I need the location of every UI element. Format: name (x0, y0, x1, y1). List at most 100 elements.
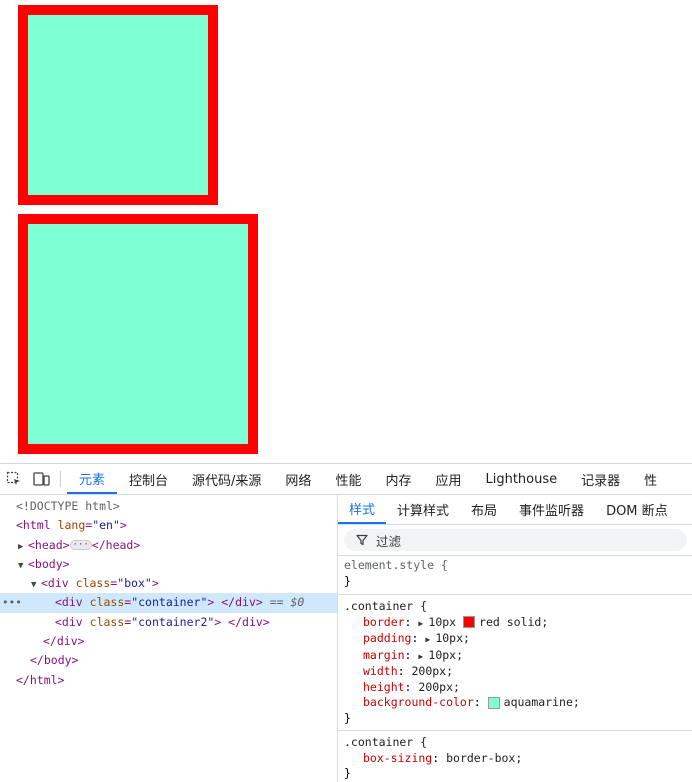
prop-value: 200px; (418, 679, 460, 694)
devtools-panel: 元素 控制台 源代码/来源 网络 性能 内存 应用 Lighthouse 记录器… (0, 463, 692, 782)
attr-value-text: "container2" (131, 614, 215, 629)
container-rule-2[interactable]: .container { box-sizing: border-box; } (338, 730, 692, 782)
dom-div-close[interactable]: </div> (0, 632, 337, 651)
tab-sources[interactable]: 源代码/来源 (180, 464, 273, 494)
dom-body[interactable]: ▼ <body> (0, 555, 337, 574)
tag-text: <body> (28, 556, 70, 571)
tag-text: > (214, 614, 222, 629)
close-brace: } (344, 710, 351, 725)
prop-value: aquamarine; (503, 695, 580, 709)
dom-body-close[interactable]: </body> (0, 651, 337, 670)
subtab-styles[interactable]: 样式 (338, 495, 387, 524)
color-swatch-icon[interactable] (463, 616, 476, 628)
tag-text: <head> (28, 537, 70, 552)
prop-name: border (363, 614, 405, 629)
container2-box (18, 214, 258, 454)
container-box (18, 5, 218, 205)
color-swatch-icon[interactable] (487, 696, 500, 709)
collapsed-ellipsis-icon[interactable]: ··· (69, 540, 92, 551)
prop-value: 10px; (428, 647, 464, 662)
prop-background-color[interactable]: background-color: aquamarine; (344, 695, 687, 711)
attr-name-text: lang (57, 518, 86, 533)
attr-value-text: "en" (92, 518, 120, 533)
page-viewport (0, 0, 692, 463)
expand-arrow-icon[interactable]: ▶ (418, 649, 428, 665)
tag-text: <div (55, 595, 83, 610)
dom-doctype[interactable]: <!DOCTYPE html> (0, 497, 337, 516)
toolbar-divider (60, 471, 61, 487)
prop-value: 10px; (435, 631, 470, 645)
prop-margin[interactable]: margin: ▶ 10px; (344, 648, 687, 665)
tab-elements[interactable]: 元素 (67, 464, 118, 494)
close-brace: } (344, 766, 351, 780)
tab-recorder[interactable]: 记录器 (569, 464, 632, 494)
prop-name: width (363, 664, 398, 678)
prop-box-sizing[interactable]: box-sizing: border-box; (344, 751, 687, 767)
selected-marker: == $0 (269, 595, 305, 610)
prop-value: 200px; (411, 664, 454, 678)
tab-application[interactable]: 应用 (423, 464, 473, 494)
devtools-tabbar: 元素 控制台 源代码/来源 网络 性能 内存 应用 Lighthouse 记录器… (0, 464, 692, 495)
tag-text: </body> (30, 653, 79, 668)
dom-head[interactable]: ▶ <head> ··· </head> (0, 536, 337, 555)
tag-text: </head> (91, 537, 141, 552)
dom-html[interactable]: <html lang="en"> (0, 516, 337, 535)
styles-pane: 样式 计算样式 布局 事件监听器 DOM 断点 过滤 element.style… (337, 495, 692, 782)
attr-name-text: class (89, 614, 125, 629)
subtab-dom-breakpoints[interactable]: DOM 断点 (595, 495, 679, 524)
attr-name-text: class (89, 595, 125, 610)
prop-name: padding (363, 631, 412, 645)
tag-text: > (151, 576, 159, 591)
container-selector: .container { (344, 735, 428, 749)
tag-text: </div> (228, 614, 270, 629)
attr-value-text: "box" (117, 576, 152, 591)
prop-border[interactable]: border: ▶ 10px red solid; (344, 615, 687, 632)
tag-text: > (119, 518, 127, 533)
prop-name: height (363, 679, 405, 694)
prop-value: 10px (428, 614, 457, 629)
attr-value-text: "container" (131, 595, 208, 610)
prop-width[interactable]: width: 200px; (344, 664, 687, 680)
prop-name: background-color (363, 695, 474, 709)
subtab-layout[interactable]: 布局 (460, 495, 508, 524)
prop-name: box-sizing (363, 750, 433, 765)
tab-performance-insights[interactable]: 性 (632, 464, 669, 494)
tag-text: </html> (16, 672, 65, 687)
tag-text: <div (55, 614, 83, 629)
expand-arrow-icon[interactable]: ▶ (418, 616, 428, 632)
dom-div-box[interactable]: ▼ <div class="box"> (0, 574, 337, 593)
dom-div-container2[interactable]: <div class="container2"> </div> (0, 613, 337, 632)
device-toolbar-icon[interactable] (28, 464, 56, 494)
filter-icon (356, 533, 370, 547)
element-style-selector: element.style { (344, 558, 448, 572)
tag-text: <html (16, 518, 51, 533)
attr-name-text: class (75, 576, 111, 591)
container-rule[interactable]: .container { border: ▶ 10px red solid; pa… (338, 594, 692, 730)
tag-text: <div (41, 576, 69, 591)
dom-div-container[interactable]: ••• <div class="container"> </div> == $0 (0, 593, 337, 613)
expand-arrow-icon[interactable]: ▶ (425, 632, 435, 648)
prop-height[interactable]: height: 200px; (344, 680, 687, 696)
element-style-rule[interactable]: element.style { } (338, 555, 692, 594)
styles-subtabs: 样式 计算样式 布局 事件监听器 DOM 断点 (338, 495, 692, 525)
prop-value: red solid; (479, 614, 549, 629)
tab-network[interactable]: 网络 (273, 464, 323, 494)
doctype-text: <!DOCTYPE html> (16, 499, 120, 513)
dom-html-close[interactable]: </html> (0, 671, 337, 690)
close-brace: } (344, 573, 351, 588)
tab-console[interactable]: 控制台 (117, 464, 180, 494)
prop-name: margin (363, 647, 405, 662)
filter-placeholder: 过滤 (376, 533, 402, 549)
styles-filter-input[interactable]: 过滤 (344, 529, 687, 551)
tag-text: </div> (221, 595, 263, 610)
tab-lighthouse[interactable]: Lighthouse (473, 464, 569, 494)
tab-memory[interactable]: 内存 (373, 464, 423, 494)
more-options-icon[interactable]: ••• (2, 593, 22, 612)
subtab-computed[interactable]: 计算样式 (386, 495, 460, 524)
container-selector: .container { (344, 599, 428, 613)
tab-performance[interactable]: 性能 (323, 464, 373, 494)
prop-padding[interactable]: padding: ▶ 10px; (344, 631, 687, 648)
elements-tree: <!DOCTYPE html> <html lang="en"> ▶ <head>… (0, 495, 337, 782)
inspect-element-icon[interactable] (0, 464, 28, 494)
subtab-event-listeners[interactable]: 事件监听器 (508, 495, 595, 524)
